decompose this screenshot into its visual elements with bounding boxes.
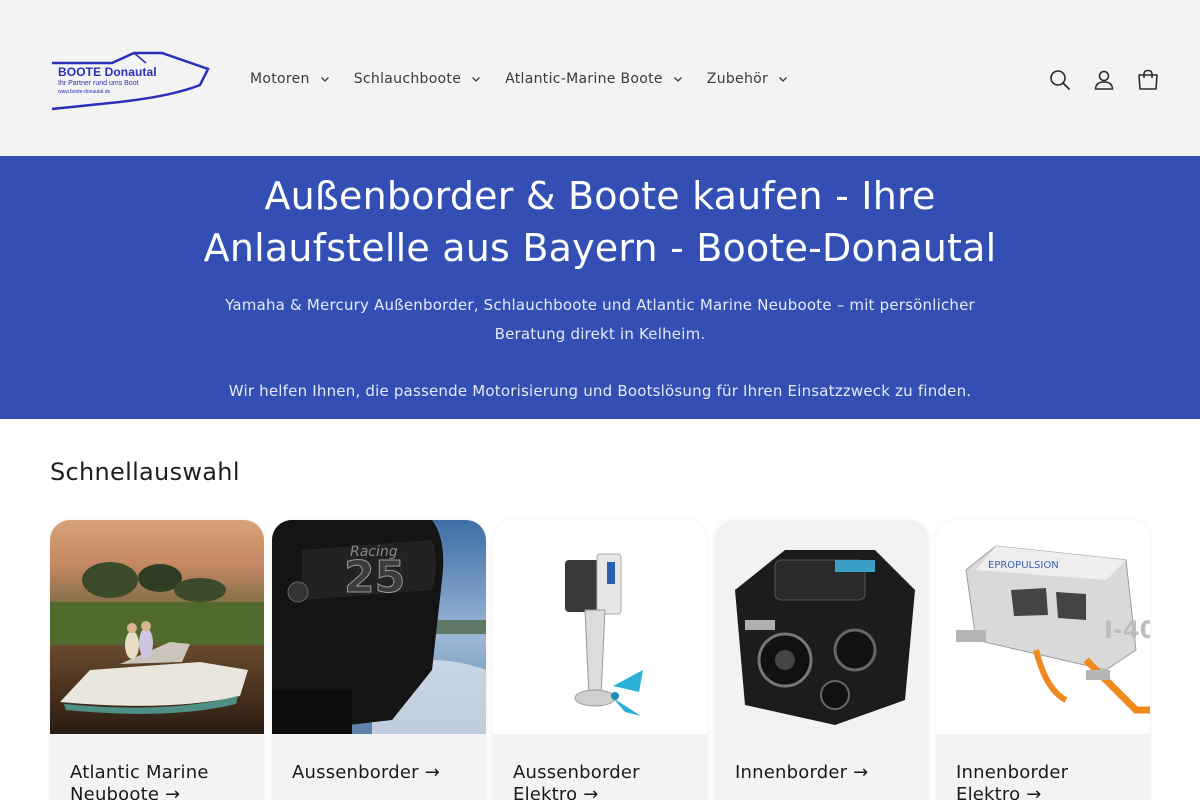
nav-item-atlantic-marine-boote[interactable]: Atlantic-Marine Boote	[493, 64, 695, 94]
account-button[interactable]	[1082, 58, 1126, 102]
quick-select-cards: Atlantic Marine Neuboote → 25 Racing Aus…	[50, 520, 1150, 800]
search-button[interactable]	[1038, 58, 1082, 102]
nav-item-schlauchboote[interactable]: Schlauchboote	[342, 64, 493, 94]
outboard-motor-photo: 25 Racing	[272, 520, 486, 734]
electric-outboard-photo	[493, 520, 707, 734]
main-nav: Motoren Schlauchboote Atlantic-Marine Bo…	[238, 64, 800, 94]
logo-url: www.boote-donautal.de	[58, 89, 111, 95]
card-innenborder[interactable]: Innenborder →	[715, 520, 929, 800]
chevron-down-icon	[673, 77, 682, 82]
nav-item-label: Atlantic-Marine Boote	[505, 71, 663, 87]
card-aussenborder[interactable]: 25 Racing Aussenborder →	[272, 520, 486, 800]
header-icons	[1038, 58, 1170, 102]
hero-title: Außenborder & Boote kaufen - Ihre Anlauf…	[203, 174, 997, 270]
cart-icon	[1138, 69, 1158, 90]
logo-tagline: Ihr Partner rund ums Boot	[58, 80, 139, 87]
svg-text:EPROPULSION: EPROPULSION	[988, 560, 1059, 571]
card-label: Aussenborder Elektro →	[513, 762, 640, 800]
account-icon	[1094, 70, 1114, 90]
svg-text:Racing: Racing	[350, 544, 398, 560]
card-label: Innenborder →	[735, 762, 869, 783]
chevron-down-icon	[320, 77, 329, 82]
chevron-down-icon	[472, 77, 481, 82]
logo[interactable]: BOOTE Donautal Ihr Partner rund ums Boot…	[50, 49, 212, 111]
card-atlantic-marine-neuboote[interactable]: Atlantic Marine Neuboote →	[50, 520, 264, 800]
hero-banner: Außenborder & Boote kaufen - Ihre Anlauf…	[0, 156, 1200, 419]
card-innenborder-elektro[interactable]: EPROPULSION I-40 Innenborder Elektro →	[936, 520, 1150, 800]
nav-item-motoren[interactable]: Motoren	[238, 64, 342, 94]
card-label: Aussenborder →	[292, 762, 440, 783]
svg-text:I-40: I-40	[1104, 616, 1150, 644]
search-icon	[1050, 70, 1070, 90]
logo-name: BOOTE Donautal	[58, 65, 157, 79]
chevron-down-icon	[779, 77, 788, 82]
section-title: Schnellauswahl	[50, 458, 240, 486]
nav-item-label: Zubehör	[706, 71, 769, 87]
nav-item-label: Motoren	[250, 71, 310, 87]
boat-photo	[50, 520, 264, 734]
inboard-engine-photo	[715, 520, 929, 734]
site-header: BOOTE Donautal Ihr Partner rund ums Boot…	[0, 0, 1200, 156]
nav-item-zubehoer[interactable]: Zubehör	[695, 64, 800, 94]
cart-button[interactable]	[1126, 58, 1170, 102]
hero-subtitle: Yamaha & Mercury Außenborder, Schlauchbo…	[225, 296, 975, 343]
hero-subtitle-secondary: Wir helfen Ihnen, die passende Motorisie…	[228, 382, 972, 400]
card-label: Innenborder Elektro →	[956, 762, 1069, 800]
nav-item-label: Schlauchboote	[353, 71, 462, 87]
electric-inboard-photo: EPROPULSION I-40	[936, 520, 1150, 734]
card-label: Atlantic Marine Neuboote →	[70, 762, 209, 800]
card-aussenborder-elektro[interactable]: Aussenborder Elektro →	[493, 520, 707, 800]
